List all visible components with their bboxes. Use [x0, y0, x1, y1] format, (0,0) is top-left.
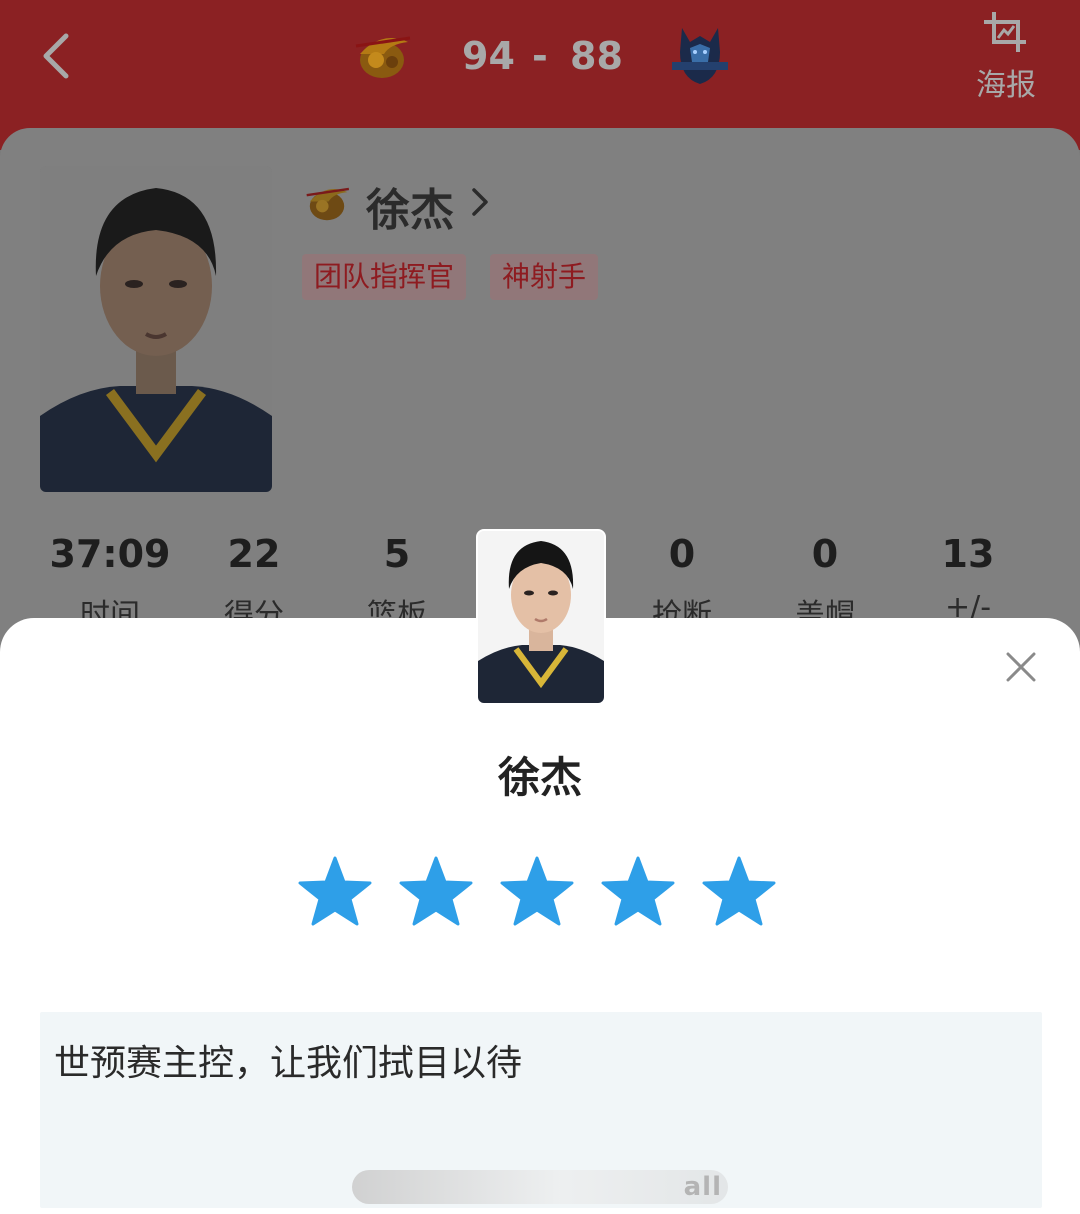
stat-value: 37:09 [49, 532, 171, 576]
score-separator: - [532, 34, 548, 78]
star-rating[interactable] [298, 856, 788, 930]
poster-label: 海报 [976, 68, 1036, 103]
star-icon[interactable] [500, 856, 574, 926]
star-icon[interactable] [298, 856, 372, 926]
player-tag-commander: 团队指挥官 [302, 254, 467, 300]
away-team-logo[interactable] [668, 22, 732, 86]
player-photo [40, 166, 272, 492]
stat-plus-minus: 13 +/- [898, 532, 1038, 625]
home-team-logo[interactable] [350, 24, 414, 88]
close-icon [1006, 652, 1036, 682]
star-icon[interactable] [399, 856, 473, 926]
poster-button[interactable]: 海报 [970, 10, 1042, 103]
chevron-left-icon [43, 33, 69, 79]
sheet-player-photo [478, 531, 604, 703]
stat-value: 0 [811, 532, 839, 576]
close-button[interactable] [1004, 650, 1038, 684]
sheet-player-name: 徐杰 [497, 753, 582, 802]
home-score: 94 [462, 34, 515, 78]
star-icon[interactable] [601, 856, 675, 926]
stat-value: 13 [941, 532, 995, 576]
stat-value: 22 [227, 532, 281, 576]
scoreboard: 94 - 88 [350, 22, 740, 92]
stat-value: 0 [668, 532, 696, 576]
star-icon[interactable] [702, 856, 776, 926]
stat-value: 5 [383, 532, 411, 576]
comment-text: 世预赛主控，让我们拭目以待 [54, 1043, 523, 1084]
player-tag-shooter: 神射手 [490, 254, 599, 300]
watermark-text: all [683, 1172, 722, 1202]
team-logo-small [306, 187, 350, 221]
away-score: 88 [570, 34, 623, 78]
poster-icon [984, 12, 1026, 52]
player-name[interactable]: 徐杰 [366, 174, 454, 238]
watermark: all [352, 1170, 728, 1204]
chevron-right-icon [472, 188, 488, 216]
back-button[interactable] [36, 28, 80, 84]
